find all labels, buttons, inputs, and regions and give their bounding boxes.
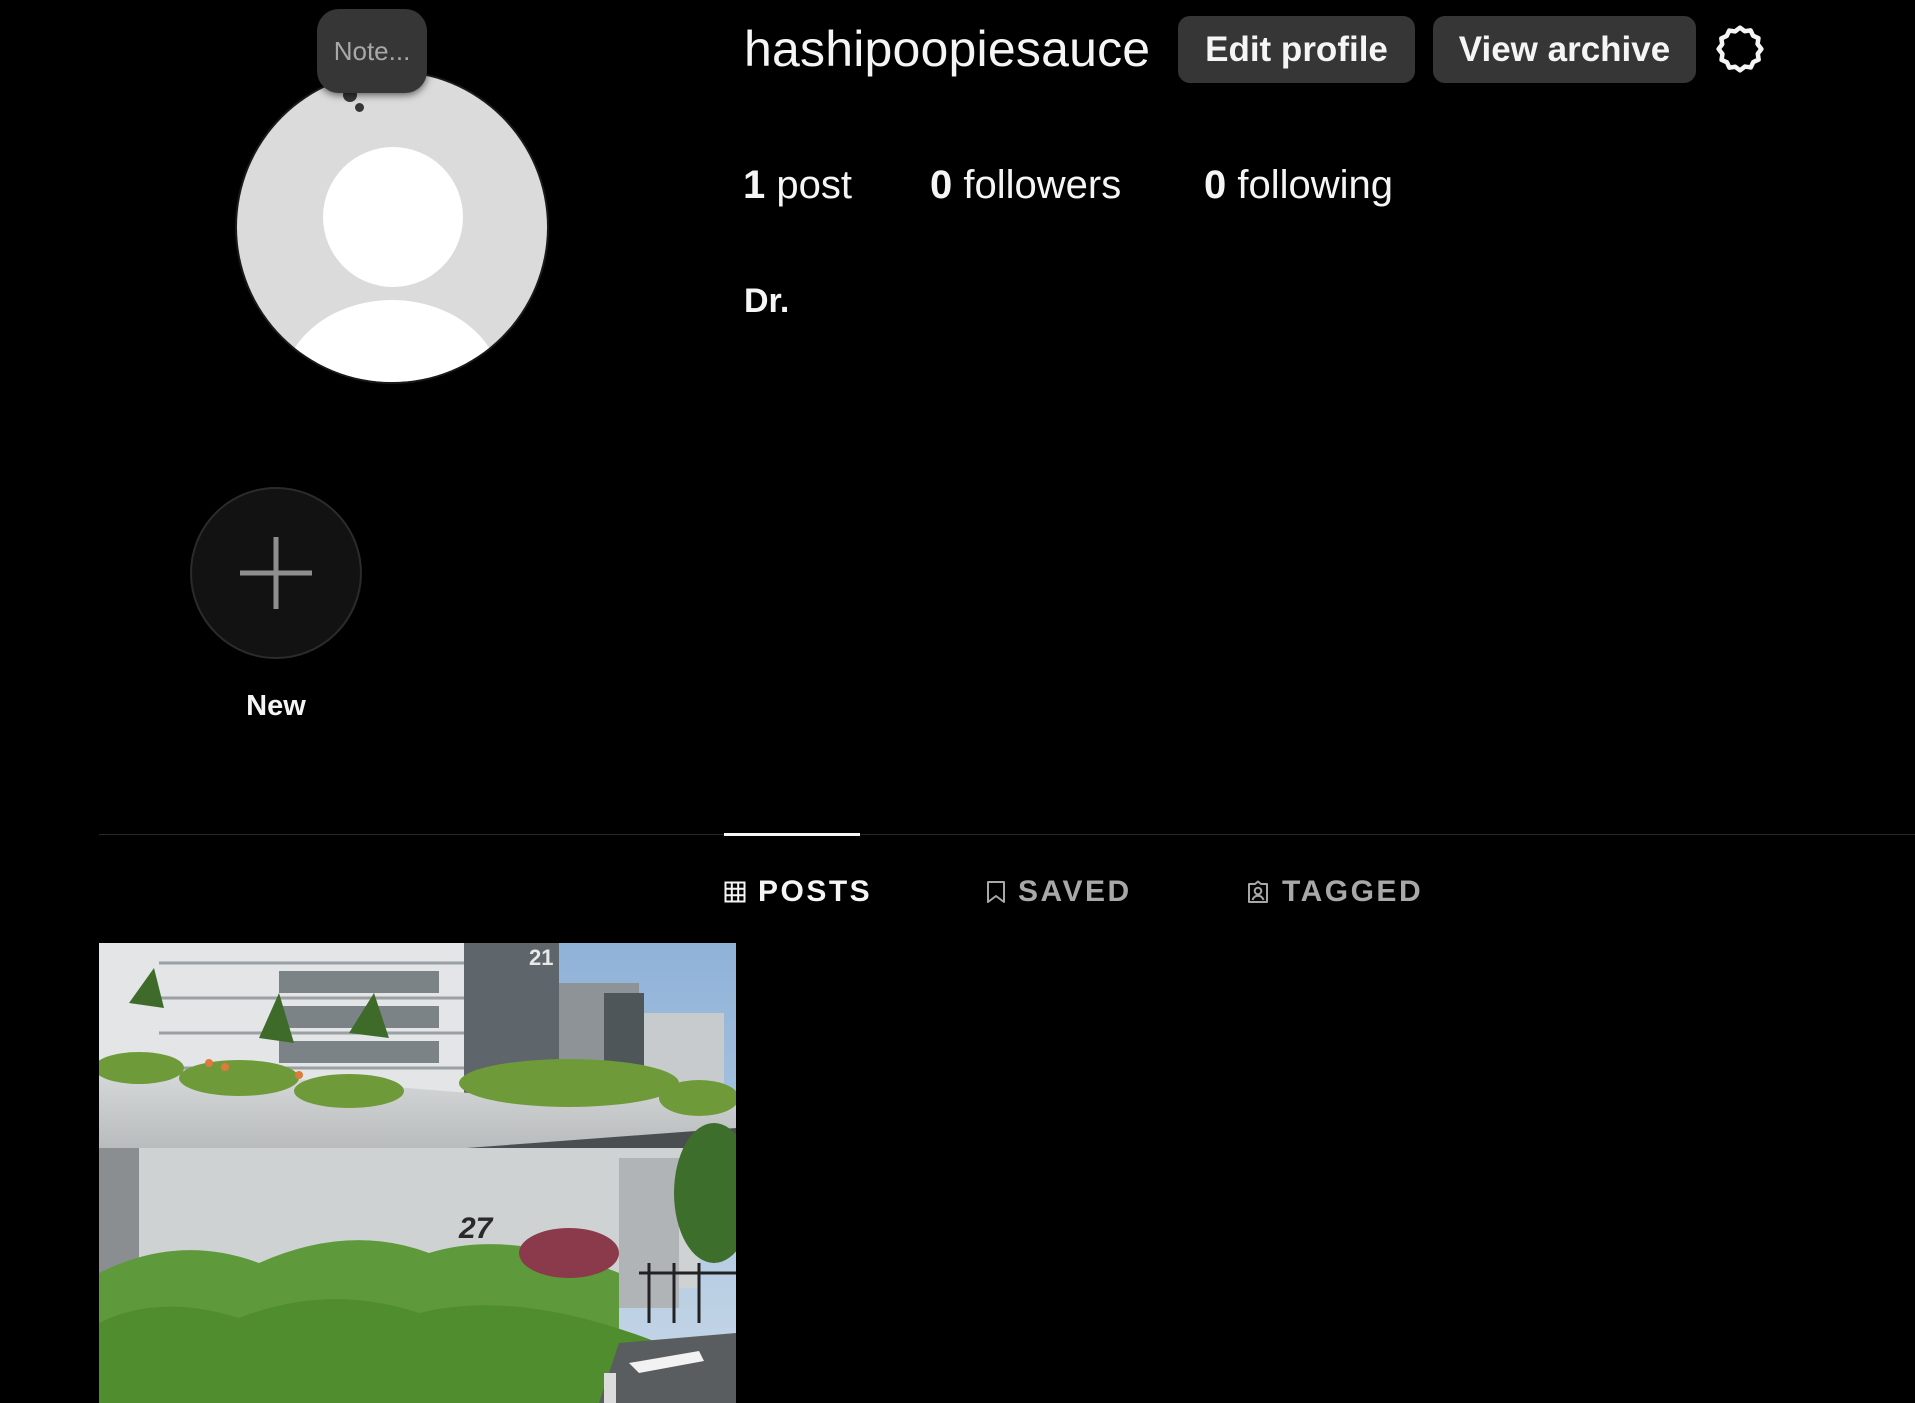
plus-icon: [240, 537, 312, 609]
post-image: 21 27: [99, 943, 736, 1403]
tab-saved[interactable]: SAVED: [986, 870, 1132, 914]
avatar-shoulders-shape: [282, 300, 502, 382]
tab-tagged-label: TAGGED: [1282, 875, 1424, 908]
profile-bio-name: Dr.: [744, 282, 790, 320]
svg-text:21: 21: [529, 945, 553, 970]
bookmark-icon: [987, 881, 1005, 903]
tabs-divider: [99, 834, 1915, 835]
tab-posts[interactable]: POSTS: [724, 870, 872, 914]
svg-text:27: 27: [458, 1212, 494, 1245]
note-bubble-tail-small: [355, 103, 364, 112]
profile-username: hashipoopiesauce: [744, 21, 1151, 77]
following-count-label: following: [1237, 163, 1394, 207]
followers-link[interactable]: 0 followers: [930, 163, 1121, 208]
tagged-user-icon: [1248, 880, 1268, 903]
edit-profile-button[interactable]: Edit profile: [1178, 16, 1415, 83]
note-placeholder: Note...: [333, 35, 411, 66]
posts-count-label: post: [776, 163, 852, 207]
note-bubble[interactable]: Note...: [317, 9, 427, 93]
avatar-head-shape: [323, 147, 463, 287]
new-highlight-label: New: [246, 690, 306, 722]
followers-count-label: followers: [963, 163, 1122, 207]
tab-posts-label: POSTS: [758, 875, 873, 908]
grid-icon: [724, 881, 746, 903]
followers-count-value: 0: [930, 163, 953, 207]
post-thumbnail[interactable]: 21 27: [99, 943, 736, 1403]
posts-count: 1 post: [743, 163, 852, 208]
profile-avatar[interactable]: [237, 72, 547, 382]
posts-count-value: 1: [743, 163, 766, 207]
new-highlight-button[interactable]: [190, 487, 362, 659]
following-link[interactable]: 0 following: [1204, 163, 1393, 208]
tab-tagged[interactable]: TAGGED: [1246, 870, 1423, 914]
tab-saved-label: SAVED: [1018, 875, 1132, 908]
gear-icon: [1716, 25, 1764, 73]
active-tab-indicator: [724, 833, 860, 836]
settings-button[interactable]: [1713, 22, 1767, 76]
view-archive-button[interactable]: View archive: [1433, 16, 1696, 83]
following-count-value: 0: [1204, 163, 1227, 207]
